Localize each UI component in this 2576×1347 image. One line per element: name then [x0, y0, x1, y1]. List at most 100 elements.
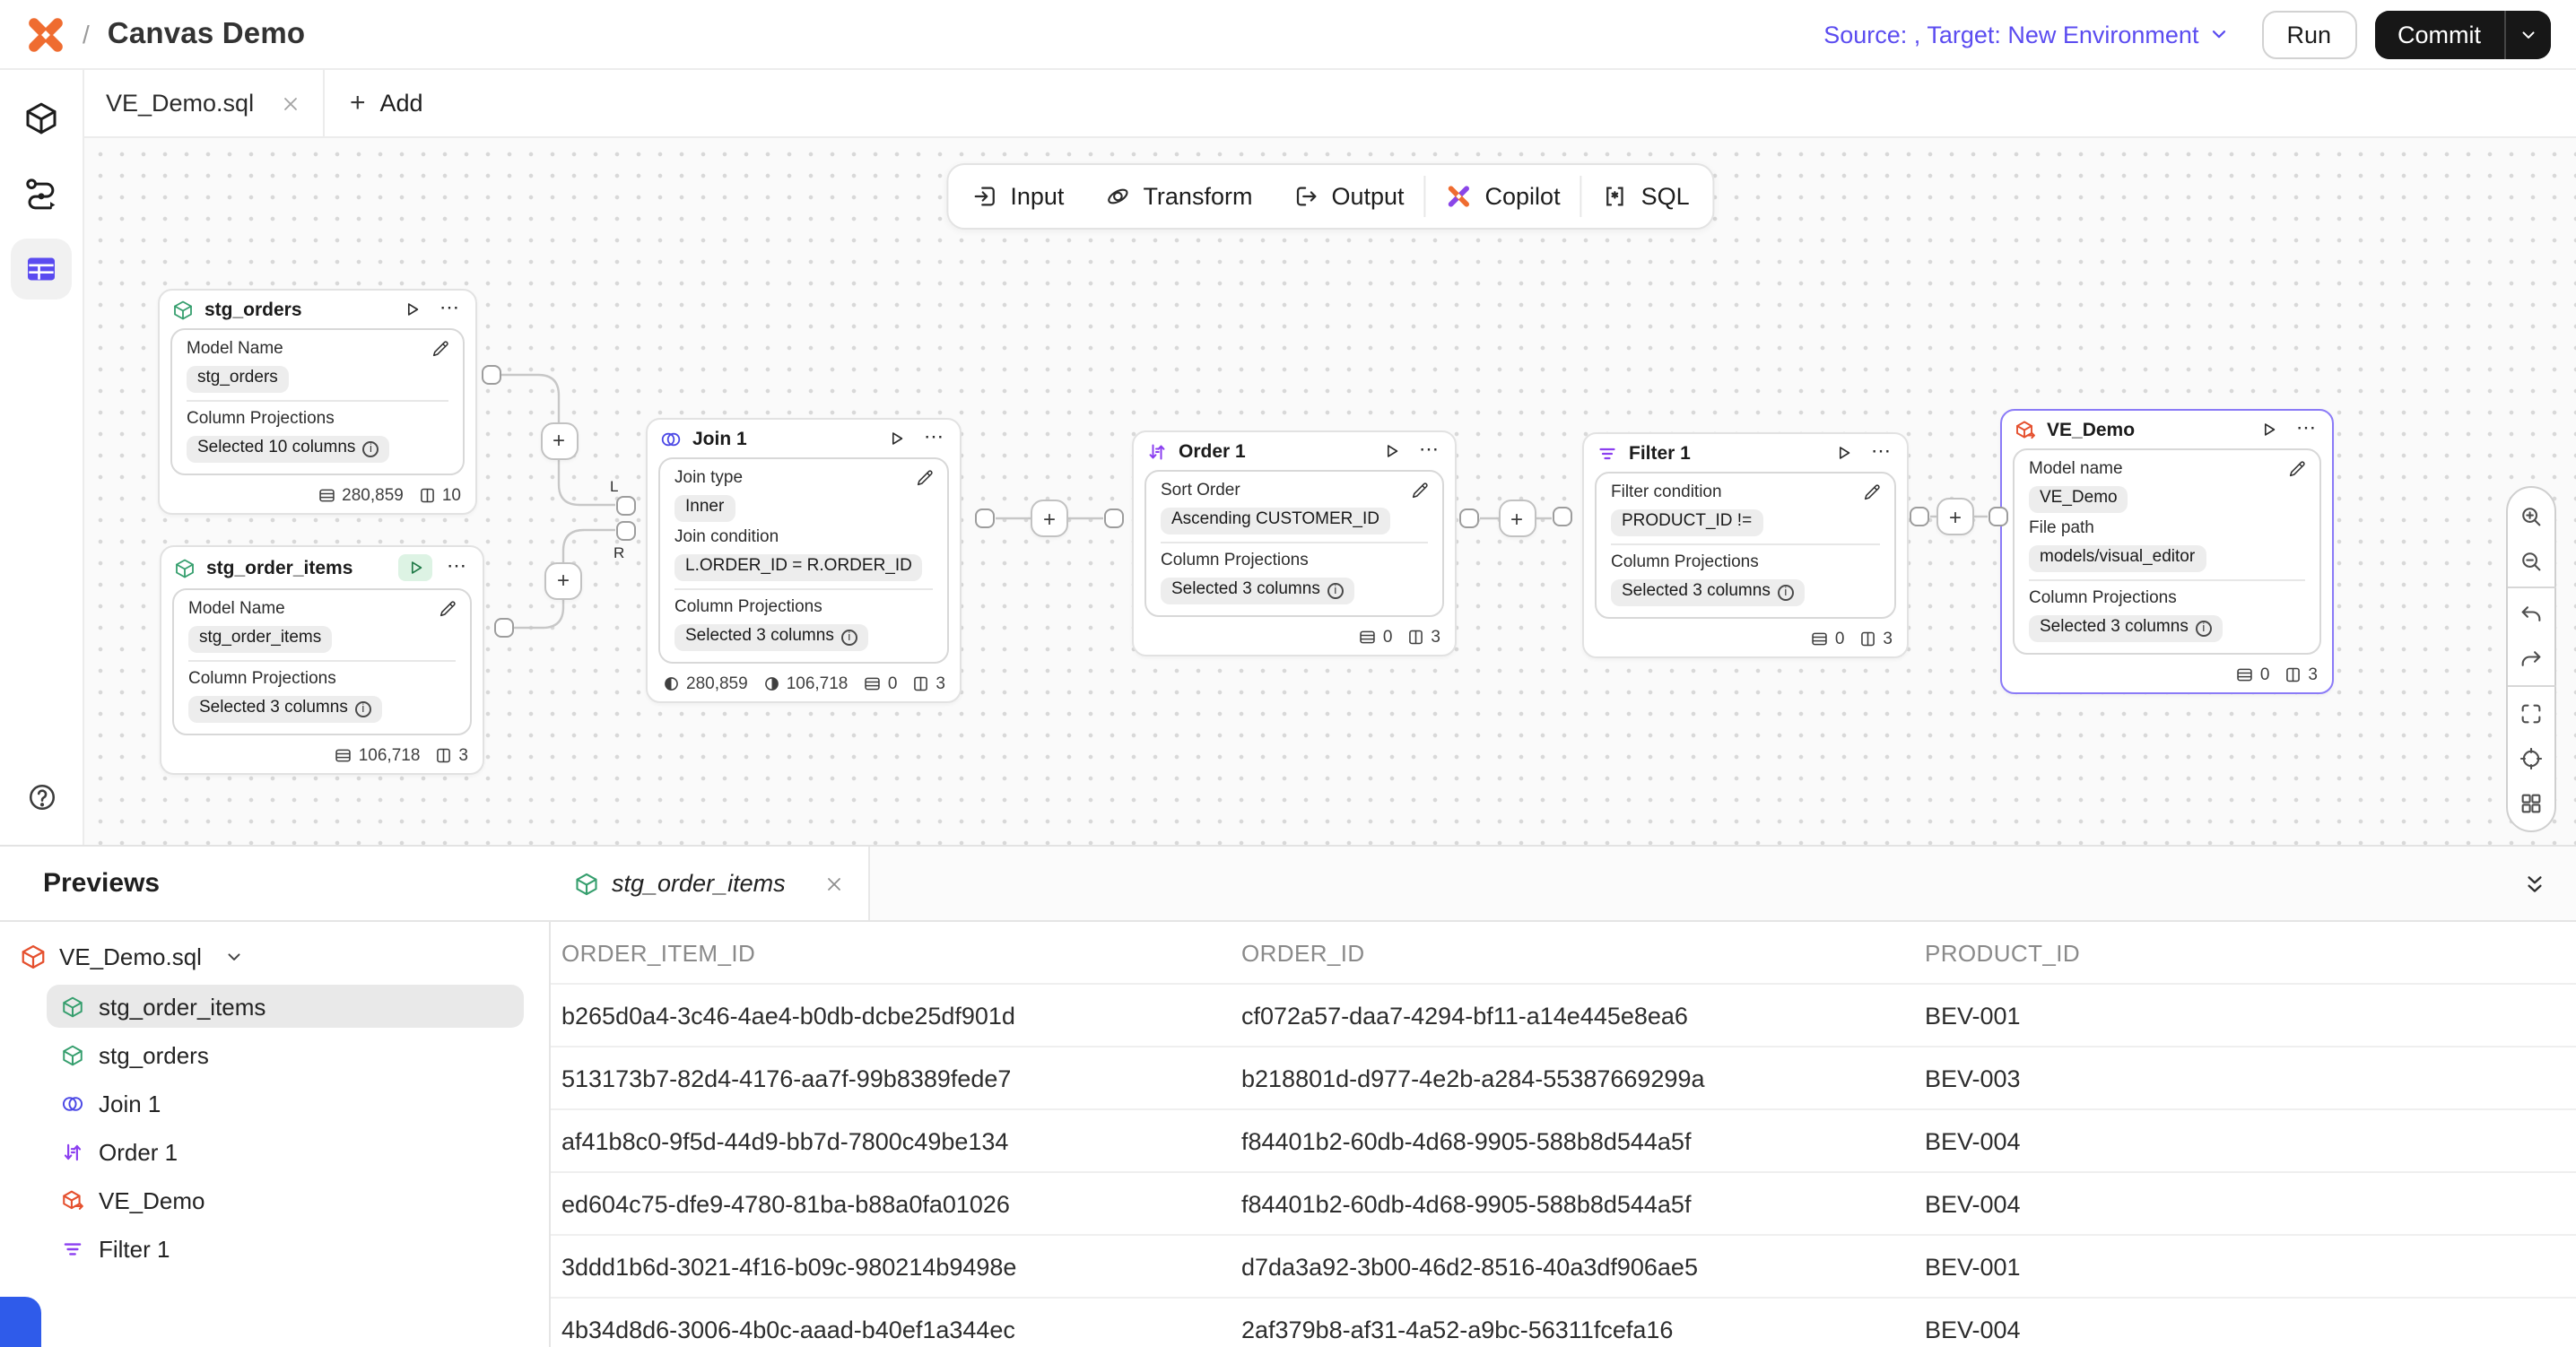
cube-icon: [23, 100, 59, 136]
field-label: Column Projections: [1161, 551, 1428, 570]
output-port[interactable]: [975, 508, 995, 528]
info-icon[interactable]: i: [362, 440, 379, 456]
node-menu-button[interactable]: ⋯: [1867, 441, 1894, 465]
info-icon[interactable]: i: [1778, 584, 1794, 600]
input-port[interactable]: [1553, 507, 1572, 526]
add-node-on-edge-button[interactable]: +: [1498, 500, 1536, 537]
field-value-pill: Selected 3 columnsi: [1611, 579, 1805, 606]
copilot-button[interactable]: Copilot: [1426, 165, 1580, 228]
add-node-on-edge-button[interactable]: +: [540, 421, 578, 459]
add-node-on-edge-button[interactable]: +: [1936, 498, 1974, 535]
top-bar: / Canvas Demo Source: , Target: New Envi…: [0, 0, 2576, 70]
field-label: Column Projections: [187, 409, 448, 429]
overview-button[interactable]: [2508, 780, 2554, 825]
tab-ve-demo-sql[interactable]: VE_Demo.sql: [84, 70, 325, 136]
fit-view-button[interactable]: [2508, 691, 2554, 735]
rail-item-tables[interactable]: [11, 239, 72, 300]
table-header-row: ORDER_ITEM_ID ORDER_ID PRODUCT_ID: [551, 922, 2576, 985]
tree-item-stg-order-items[interactable]: stg_order_items: [47, 985, 524, 1028]
output-port[interactable]: [494, 618, 514, 638]
node-menu-button[interactable]: ⋯: [443, 556, 470, 579]
info-icon[interactable]: i: [1327, 582, 1344, 598]
run-button[interactable]: Run: [2261, 10, 2356, 58]
commit-dropdown-button[interactable]: [2506, 10, 2551, 58]
add-input-button[interactable]: Input: [951, 165, 1083, 228]
tree-item-filter-1[interactable]: Filter 1: [47, 1227, 524, 1270]
undo-button[interactable]: [2508, 592, 2554, 637]
info-icon[interactable]: i: [2196, 620, 2212, 636]
chevron-down-icon: [2519, 24, 2538, 44]
info-icon[interactable]: i: [841, 629, 857, 645]
chat-launcher[interactable]: [0, 1297, 41, 1347]
paradime-logo-icon[interactable]: [27, 15, 65, 53]
node-stg-order-items[interactable]: stg_order_items ⋯ Model Name stg_order_i…: [160, 545, 484, 775]
run-node-button[interactable]: [883, 427, 909, 450]
row-count: 0: [2236, 665, 2270, 685]
center-view-button[interactable]: [2508, 735, 2554, 780]
field-label: Join condition: [674, 527, 933, 547]
edit-node-button[interactable]: [2287, 459, 2307, 479]
preview-table: ORDER_ITEM_ID ORDER_ID PRODUCT_ID b265d0…: [551, 922, 2576, 1347]
edit-node-button[interactable]: [915, 468, 935, 488]
run-node-button[interactable]: [1830, 441, 1857, 465]
columns-icon: [1406, 629, 1425, 647]
rail-item-models[interactable]: [11, 88, 72, 149]
add-node-on-edge-button[interactable]: +: [1031, 500, 1068, 537]
node-stg-orders[interactable]: stg_orders ⋯ Model Name stg_orders: [158, 289, 477, 515]
node-filter-1[interactable]: Filter 1 ⋯ Filter condition PRODUCT_ID !…: [1582, 432, 1909, 658]
preview-tab-stg-order-items[interactable]: stg_order_items: [551, 847, 870, 920]
output-port[interactable]: [1910, 507, 1929, 526]
commit-button[interactable]: Commit: [2374, 10, 2504, 58]
join-left-input-port[interactable]: [616, 495, 636, 515]
run-node-button[interactable]: [2255, 418, 2282, 441]
tree-root-ve-demo-sql[interactable]: VE_Demo.sql: [0, 934, 549, 979]
environment-selector[interactable]: Source: , Target: New Environment: [1823, 21, 2229, 48]
help-button[interactable]: [14, 769, 68, 823]
tree-item-ve-demo[interactable]: VE_Demo: [47, 1178, 524, 1221]
node-menu-button[interactable]: ⋯: [2293, 418, 2319, 441]
cube-icon: [61, 995, 84, 1018]
node-menu-button[interactable]: ⋯: [920, 427, 947, 450]
close-preview-tab-icon[interactable]: [823, 873, 845, 894]
zoom-out-button[interactable]: [2508, 538, 2554, 583]
play-icon: [1381, 441, 1401, 461]
edit-node-button[interactable]: [1410, 481, 1430, 500]
node-ve-demo[interactable]: VE_Demo ⋯ Model name VE_Demo File path: [2000, 409, 2334, 694]
run-node-button[interactable]: [398, 554, 432, 581]
input-port[interactable]: [1104, 508, 1124, 528]
card-divider: [1161, 542, 1428, 543]
tree-item-stg-orders[interactable]: stg_orders: [47, 1033, 524, 1076]
node-menu-button[interactable]: ⋯: [436, 298, 463, 321]
edit-node-button[interactable]: [431, 339, 450, 359]
output-port[interactable]: [1459, 508, 1479, 528]
sql-button[interactable]: SQL: [1582, 165, 1710, 228]
redo-button[interactable]: [2508, 637, 2554, 682]
run-node-button[interactable]: [398, 298, 425, 321]
tree-item-join-1[interactable]: Join 1: [47, 1082, 524, 1125]
node-order-1[interactable]: Order 1 ⋯ Sort Order Ascending CUSTOMER_…: [1132, 430, 1457, 656]
run-node-button[interactable]: [1378, 439, 1405, 463]
add-transform-button[interactable]: Transform: [1083, 165, 1272, 228]
input-port[interactable]: [1989, 507, 2008, 526]
add-tab-label: Add: [380, 90, 423, 117]
rail-item-lineage[interactable]: [11, 163, 72, 224]
node-menu-button[interactable]: ⋯: [1415, 439, 1442, 463]
preview-tab-label: stg_order_items: [612, 870, 786, 897]
card-divider: [188, 660, 456, 662]
tree-item-order-1[interactable]: Order 1: [47, 1130, 524, 1173]
output-label: Output: [1331, 183, 1404, 210]
zoom-in-button[interactable]: [2508, 493, 2554, 538]
close-tab-icon[interactable]: [280, 92, 301, 114]
canvas[interactable]: Input Transform Output Copilot: [84, 138, 2576, 845]
join-right-input-port[interactable]: [616, 520, 636, 540]
output-port[interactable]: [482, 365, 501, 385]
node-title: stg_order_items: [206, 557, 352, 578]
edit-node-button[interactable]: [1862, 482, 1882, 502]
edit-node-button[interactable]: [438, 599, 457, 619]
info-icon[interactable]: i: [355, 700, 371, 717]
node-join-1[interactable]: Join 1 ⋯ Join type Inner Join condition: [646, 418, 962, 703]
collapse-previews-button[interactable]: [2522, 871, 2547, 896]
add-output-button[interactable]: Output: [1272, 165, 1423, 228]
add-node-on-edge-button[interactable]: +: [544, 561, 582, 599]
add-tab-button[interactable]: + Add: [325, 70, 448, 136]
